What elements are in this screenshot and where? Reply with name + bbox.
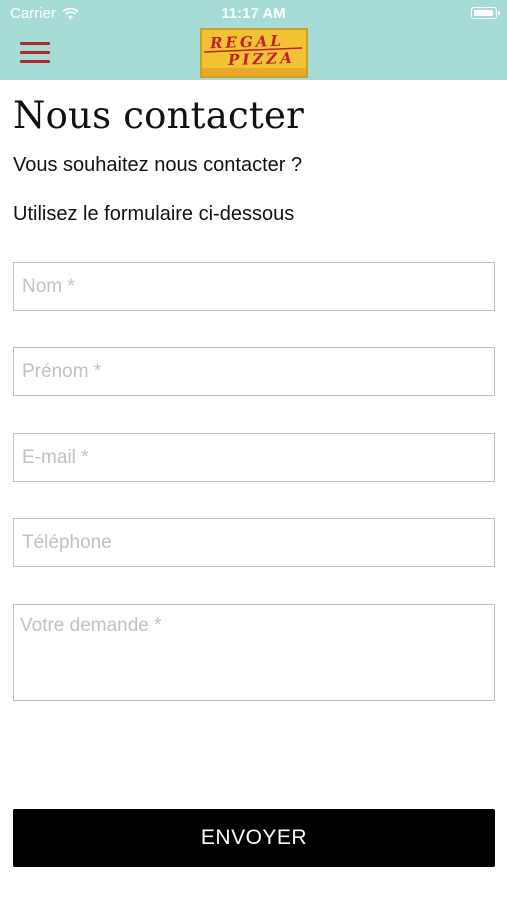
status-bar: Carrier 11:17 AM <box>0 0 507 28</box>
request-textarea[interactable] <box>13 604 495 701</box>
logo-text-pizza: PIZZA <box>227 48 296 70</box>
page-title: Nous contacter <box>13 94 304 137</box>
app-header: Carrier 11:17 AM REGAL PIZZA <box>0 0 507 80</box>
phone-field[interactable] <box>13 518 495 567</box>
first-name-field[interactable] <box>13 347 495 396</box>
intro-question: Vous souhaitez nous contacter ? <box>13 154 303 176</box>
email-field[interactable] <box>13 433 495 482</box>
battery-icon <box>471 7 500 19</box>
contact-page: Carrier 11:17 AM REGAL PIZZA Nous contac… <box>0 0 507 900</box>
intro-instruction: Utilisez le formulaire ci-dessous <box>13 203 295 225</box>
hamburger-menu-icon[interactable] <box>20 42 50 64</box>
last-name-field[interactable] <box>13 262 495 311</box>
regal-pizza-logo[interactable]: REGAL PIZZA <box>200 28 308 78</box>
submit-button[interactable]: ENVOYER <box>13 809 495 867</box>
clock: 11:17 AM <box>221 5 286 22</box>
